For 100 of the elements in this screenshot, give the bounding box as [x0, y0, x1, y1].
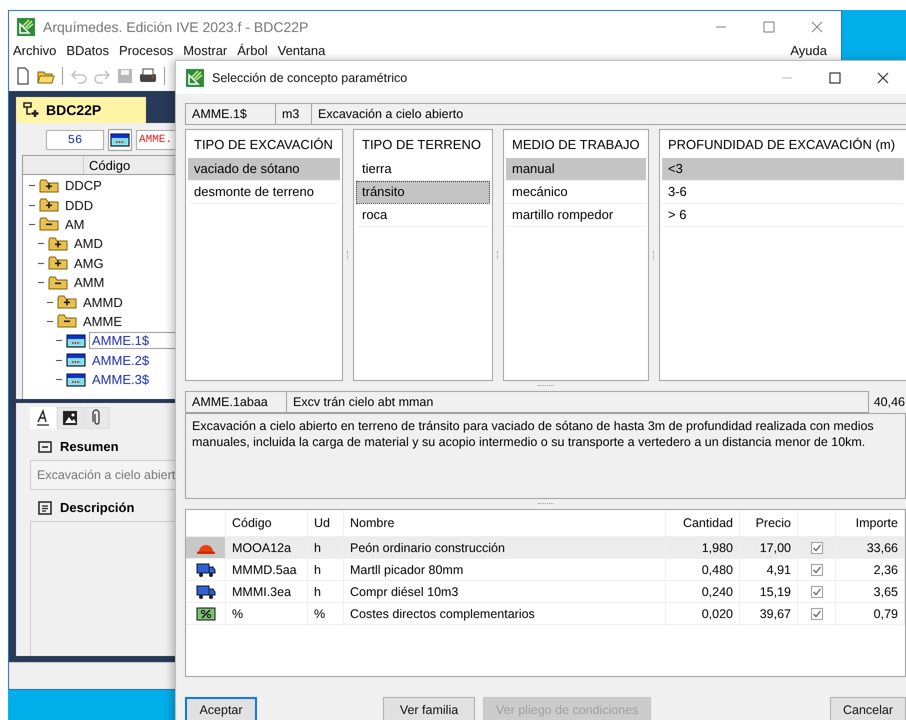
option-item[interactable]: roca	[356, 204, 490, 227]
document-icon	[38, 500, 52, 514]
concept-unit: m3	[276, 103, 312, 125]
tree-item[interactable]: AM	[63, 216, 86, 232]
table-cell: 0,020	[666, 603, 740, 624]
table-cell: Compr diésel 10m3	[344, 581, 666, 602]
menu-item[interactable]: Ventana	[278, 43, 326, 58]
table-row[interactable]: % % Costes directos complementarios 0,020 39,67 0,79	[186, 603, 905, 625]
panel-tab[interactable]	[57, 407, 83, 429]
list-heading: MEDIO DE TRABAJO	[511, 136, 641, 154]
column-header[interactable]: Ud	[308, 510, 344, 536]
option-item[interactable]: desmonte de terreno	[188, 181, 340, 204]
tree-item[interactable]: AMME.3$	[90, 372, 152, 388]
concept-view-button[interactable]	[108, 129, 132, 151]
result-description: Excavación a cielo abierto en terreno de tránsito para vaciado de sótano de hasta 3m de profundidad realizada con medios manuales, incluida la carga de material y su acopio intermedio o su transporte a vertedero a un distancia menor de 10km.	[192, 418, 875, 450]
column-header[interactable]: Importe	[836, 510, 905, 536]
app-logo-icon	[186, 68, 204, 86]
result-code: AMME.1abaa	[185, 391, 287, 413]
checkbox[interactable]	[810, 542, 822, 554]
column-header[interactable]: Código	[226, 510, 308, 536]
option-item[interactable]: martillo rompedor	[506, 204, 646, 227]
concept-icon	[66, 334, 86, 348]
menu-item[interactable]: BDatos	[66, 43, 109, 58]
table-cell: 39,67	[740, 603, 798, 624]
option-item[interactable]: <3	[662, 158, 904, 181]
text-format-icon	[36, 409, 50, 427]
table-row[interactable]: MMMI.3ea h Compr diésel 10m3 0,240 15,19 3,65	[186, 581, 905, 603]
table-cell: %	[308, 603, 344, 624]
section-label: Descripción	[60, 500, 134, 515]
column-header[interactable]: Nombre	[344, 510, 666, 536]
level-field[interactable]: 56	[46, 130, 104, 150]
option-item[interactable]: tránsito	[356, 181, 490, 204]
table-row[interactable]: MMMD.5aa h Martll picador 80mm 0,480 4,91 2,36	[186, 559, 905, 581]
dialog-button[interactable]: Aceptar	[185, 697, 257, 720]
table-cell: 3,65	[836, 581, 905, 602]
tree-item[interactable]: AMME.2$	[90, 352, 152, 368]
checkbox[interactable]	[810, 564, 822, 576]
concept-icon	[110, 133, 130, 147]
table-cell: h	[308, 537, 344, 558]
table-cell: %	[226, 603, 308, 624]
table-cell: Martll picador 80mm	[344, 559, 666, 580]
maximize-icon[interactable]	[829, 72, 841, 84]
option-item[interactable]: vaciado de sótano	[188, 158, 340, 181]
tree-item[interactable]: AMG	[72, 256, 106, 271]
dialog-button[interactable]: Ver familia	[383, 697, 475, 720]
column-header[interactable]: Precio	[740, 510, 798, 536]
table-cell: 33,66	[836, 537, 905, 558]
tree-item[interactable]: AMM	[72, 275, 106, 290]
window-title: Arquímedes. Edición IVE 2023.f - BDC22P	[43, 18, 308, 34]
checkbox[interactable]	[810, 586, 822, 598]
close-icon[interactable]	[877, 72, 889, 84]
table-cell: 17,00	[740, 537, 798, 558]
concept-icon	[66, 353, 86, 368]
menu-item[interactable]: Árbol	[237, 43, 268, 58]
column-header[interactable]: Cantidad	[666, 510, 740, 536]
table-cell: h	[308, 581, 344, 602]
table-cell: MMMI.3ea	[226, 581, 308, 602]
tree-item[interactable]: DDCP	[63, 178, 104, 194]
menu-item[interactable]: Procesos	[119, 43, 174, 58]
dialog-title: Selección de concepto paramétrico	[212, 70, 408, 84]
table-cell: 4,91	[740, 559, 798, 580]
truck-icon	[196, 562, 216, 578]
truck-icon	[196, 584, 216, 600]
table-cell: MOOA12a	[226, 537, 308, 558]
table-cell: 1,980	[666, 537, 740, 558]
table-cell: 0,79	[836, 603, 905, 624]
menu-item[interactable]: Mostrar	[183, 43, 228, 58]
percent-icon	[196, 606, 216, 620]
menu-item[interactable]: Archivo	[13, 43, 56, 58]
result-summary: Excv trán cielo abt mman	[287, 391, 869, 413]
app-logo-icon	[17, 18, 35, 36]
table-cell: 2,36	[836, 559, 905, 580]
table-cell: 0,240	[666, 581, 740, 602]
tree-item[interactable]: AMME.1$	[90, 333, 204, 348]
list-heading: PROFUNDIDAD DE EXCAVACIÓN (m)	[667, 136, 896, 154]
option-item[interactable]: mecánico	[506, 181, 646, 204]
panel-tab[interactable]	[84, 407, 110, 429]
option-item[interactable]: 3-6	[662, 181, 904, 204]
concept-summary: Excavación a cielo abierto	[312, 103, 906, 125]
menu-item[interactable]: Ayuda	[790, 43, 827, 58]
collapse-icon[interactable]	[38, 440, 52, 452]
concept-icon	[66, 372, 86, 387]
table-cell: Costes directos complementarios	[344, 603, 666, 624]
table-row[interactable]: MOOA12a h Peón ordinario construcción 1,980 17,00 33,66	[186, 537, 905, 559]
list-heading: TIPO DE TERRENO	[361, 136, 482, 154]
tree-item[interactable]: AMD	[72, 236, 105, 252]
table-cell: h	[308, 559, 344, 580]
image-icon	[62, 410, 78, 426]
option-item[interactable]: manual	[506, 158, 646, 181]
column-header[interactable]: Código	[84, 158, 174, 172]
tree-item[interactable]: AMME	[81, 314, 124, 329]
result-price: 40,46	[872, 394, 906, 411]
option-item[interactable]: > 6	[662, 204, 904, 227]
paperclip-icon	[92, 409, 102, 427]
tree-item[interactable]: DDD	[63, 198, 96, 213]
table-cell: Peón ordinario construcción	[344, 537, 666, 558]
tree-item[interactable]: AMMD	[81, 294, 125, 310]
document-tab[interactable]: BDC22P	[16, 97, 146, 123]
checkbox[interactable]	[810, 608, 822, 620]
dialog-button[interactable]: Cancelar	[830, 697, 906, 720]
